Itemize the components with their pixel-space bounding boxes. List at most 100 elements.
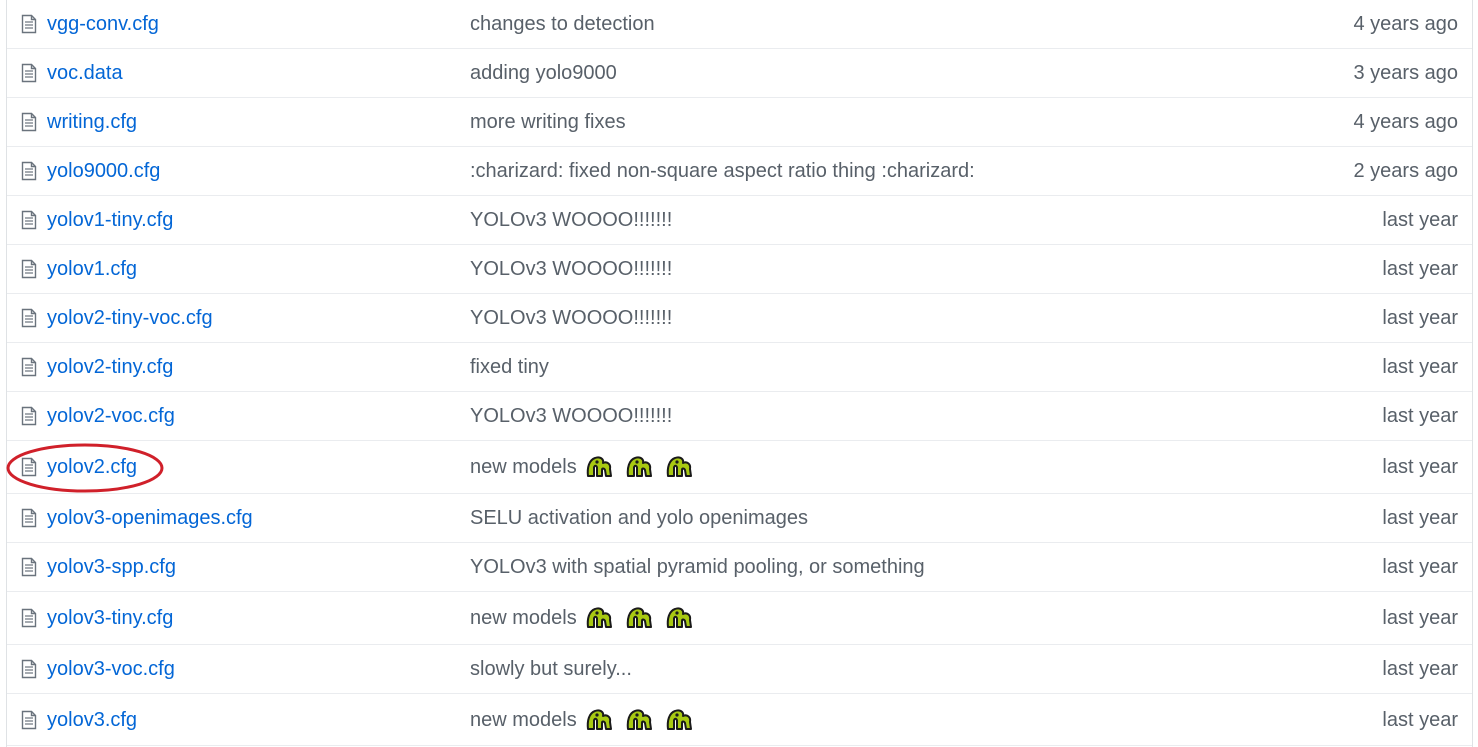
file-name-link[interactable]: yolov3-voc.cfg [47,657,175,681]
file-name-link[interactable]: yolov3-openimages.cfg [47,506,253,530]
commit-message-text: YOLOv3 WOOOO!!!!!!! [470,209,673,231]
file-row: yolov2-tiny-voc.cfg YOLOv3 WOOOO!!!!!!! la… [7,294,1472,343]
commit-age: last year [1382,307,1458,329]
file-row: yolov3-tiny.cfg new models last year [7,592,1472,645]
file-text-icon [21,308,39,328]
commit-message-text: slowly but surely... [470,658,632,680]
file-text-icon [21,357,39,377]
file-text-icon [21,210,39,230]
file-text-icon [21,112,39,132]
emoji-icon [665,707,693,733]
commit-message-text: YOLOv3 WOOOO!!!!!!! [470,405,673,427]
file-row: yolov2-voc.cfg YOLOv3 WOOOO!!!!!!! last ye… [7,392,1472,441]
commit-emoji-group [585,707,693,733]
commit-age: last year [1382,456,1458,478]
commit-message-link[interactable]: YOLOv3 WOOOO!!!!!!! [470,257,672,281]
file-row: vgg-conv.cfg changes to detection 4 years … [7,0,1472,49]
file-row: yolov1-tiny.cfg YOLOv3 WOOOO!!!!!!! last y… [7,196,1472,245]
commit-message-link[interactable]: YOLOv3 WOOOO!!!!!!! [470,208,672,232]
file-row: voc.data adding yolo9000 3 years ago [7,49,1472,98]
commit-age: last year [1382,556,1458,578]
commit-message-link[interactable]: adding yolo9000 [470,61,617,85]
file-row: yolov3-spp.cfg YOLOv3 with spatial pyrami… [7,543,1472,592]
commit-message-text: new models [470,708,577,731]
file-name-link[interactable]: writing.cfg [47,110,137,134]
commit-age: 2 years ago [1353,160,1458,182]
emoji-icon [625,605,653,631]
file-row: yolov1.cfg YOLOv3 WOOOO!!!!!!! last year [7,245,1472,294]
file-name-link[interactable]: yolov2-voc.cfg [47,404,175,428]
emoji-icon [625,454,653,480]
file-text-icon [21,659,39,679]
file-name-link[interactable]: voc.data [47,61,123,85]
file-text-icon [21,457,39,477]
file-list-table: vgg-conv.cfg changes to detection 4 years … [6,0,1473,747]
file-name-link[interactable]: yolo9000.cfg [47,159,160,183]
file-row: yolov3-openimages.cfg SELU activation and… [7,494,1472,543]
commit-age: last year [1382,658,1458,680]
emoji-icon [585,707,613,733]
commit-age: last year [1382,209,1458,231]
commit-message-text: SELU activation and yolo openimages [470,507,808,529]
commit-emoji-group [585,605,693,631]
commit-message-link[interactable]: more writing fixes [470,110,626,134]
commit-age: 4 years ago [1353,111,1458,133]
commit-message-text: changes to detection [470,13,655,35]
commit-message-link[interactable]: changes to detection [470,12,655,36]
commit-message-link[interactable]: new models [470,707,693,733]
commit-message-text: more writing fixes [470,111,626,133]
commit-age: 4 years ago [1353,13,1458,35]
file-name-link[interactable]: yolov3-tiny.cfg [47,606,173,630]
file-text-icon [21,557,39,577]
commit-message-text: new models [470,456,577,478]
emoji-icon [625,707,653,733]
commit-age: last year [1382,708,1458,731]
file-text-icon [21,14,39,34]
file-text-icon [21,161,39,181]
file-name-link[interactable]: yolov3.cfg [47,708,137,732]
file-row: yolov3-voc.cfg slowly but surely... last y… [7,645,1472,694]
file-name-link[interactable]: vgg-conv.cfg [47,12,159,36]
commit-message-link[interactable]: YOLOv3 with spatial pyramid pooling, or … [470,555,925,579]
emoji-icon [585,605,613,631]
emoji-icon [585,454,613,480]
commit-emoji-group [585,454,693,480]
file-text-icon [21,608,39,628]
commit-message-text: YOLOv3 with spatial pyramid pooling, or … [470,556,925,578]
commit-message-link[interactable]: :charizard: fixed non-square aspect rati… [470,159,975,183]
commit-message-link[interactable]: new models [470,605,693,631]
file-name-link[interactable]: yolov1-tiny.cfg [47,208,173,232]
commit-message-text: :charizard: fixed non-square aspect rati… [470,160,975,182]
commit-message-link[interactable]: SELU activation and yolo openimages [470,506,808,530]
file-text-icon [21,710,39,730]
commit-message-link[interactable]: YOLOv3 WOOOO!!!!!!! [470,404,672,428]
commit-age: 3 years ago [1353,62,1458,84]
commit-age: last year [1382,258,1458,280]
commit-message-link[interactable]: fixed tiny [470,355,549,379]
commit-message-text: YOLOv3 WOOOO!!!!!!! [470,307,673,329]
file-row: yolov2-tiny.cfg fixed tiny last year [7,343,1472,392]
file-text-icon [21,406,39,426]
commit-message-link[interactable]: slowly but surely... [470,657,632,681]
commit-age: last year [1382,607,1458,629]
file-text-icon [21,63,39,83]
file-name-link[interactable]: yolov2-tiny-voc.cfg [47,306,213,330]
emoji-icon [665,605,693,631]
file-row: yolo9000.cfg :charizard: fixed non-square… [7,147,1472,196]
commit-message-text: new models [470,607,577,629]
file-row: yolov3.cfg new models last year [7,694,1472,746]
commit-age: last year [1382,356,1458,378]
commit-message-text: fixed tiny [470,356,549,378]
commit-age: last year [1382,507,1458,529]
commit-message-link[interactable]: YOLOv3 WOOOO!!!!!!! [470,306,672,330]
commit-age: last year [1382,405,1458,427]
file-name-link[interactable]: yolov1.cfg [47,257,137,281]
file-name-link[interactable]: yolov3-spp.cfg [47,555,176,579]
commit-message-text: adding yolo9000 [470,62,617,84]
file-row: writing.cfg more writing fixes 4 years ago [7,98,1472,147]
commit-message-link[interactable]: new models [470,454,693,480]
file-name-link[interactable]: yolov2.cfg [47,455,137,479]
file-text-icon [21,259,39,279]
file-name-link[interactable]: yolov2-tiny.cfg [47,355,173,379]
file-row: yolov2.cfg new models last year [7,441,1472,494]
